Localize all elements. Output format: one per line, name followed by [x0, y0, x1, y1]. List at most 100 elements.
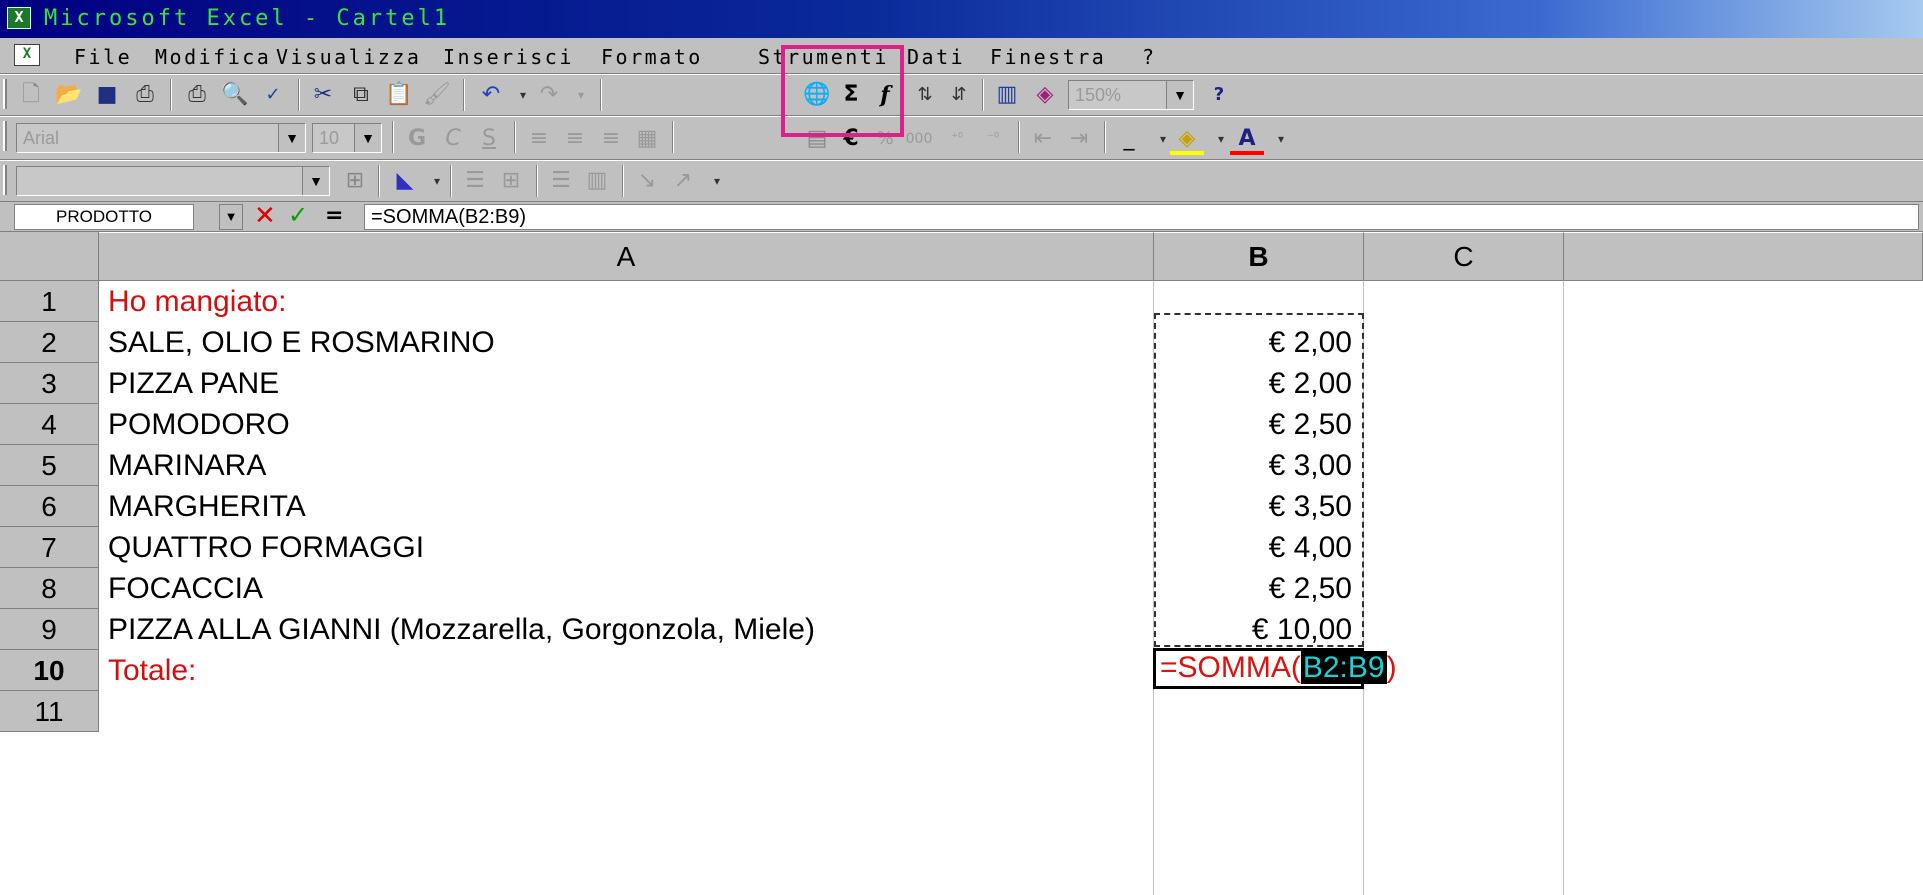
- increase-indent-icon[interactable]: ⇥: [1062, 123, 1096, 155]
- row-header-4[interactable]: 4: [0, 404, 99, 445]
- font-size-select[interactable]: 10 ▼: [312, 123, 382, 153]
- chevron-down-icon[interactable]: ▼: [278, 124, 305, 152]
- chevron-down-icon[interactable]: ▼: [302, 167, 329, 195]
- select-all-button[interactable]: [0, 232, 99, 281]
- formula-input[interactable]: =SOMMA(B2:B9): [364, 204, 1919, 230]
- menu-help[interactable]: ?: [1142, 45, 1157, 69]
- sort-descending-icon[interactable]: ⇵: [942, 79, 976, 111]
- edit-formula-icon[interactable]: =: [325, 203, 343, 228]
- align-left-icon[interactable]: ≡: [522, 123, 556, 155]
- row-header-3[interactable]: 3: [0, 363, 99, 404]
- cell-a9[interactable]: PIZZA ALLA GIANNI (Mozzarella, Gorgonzol…: [108, 613, 815, 647]
- chart-wizard-icon[interactable]: ▥: [990, 79, 1024, 111]
- align-right-icon[interactable]: ≡: [594, 123, 628, 155]
- increase-decimal-icon[interactable]: ⁺⁰: [940, 123, 974, 155]
- by-column-icon[interactable]: ▥: [580, 165, 614, 197]
- by-row-icon[interactable]: ☰: [544, 165, 578, 197]
- column-header-a[interactable]: A: [99, 232, 1154, 281]
- row-header-9[interactable]: 9: [0, 609, 99, 650]
- cell-a8[interactable]: FOCACCIA: [108, 572, 263, 606]
- underline-icon[interactable]: S: [472, 123, 506, 155]
- align-center-icon[interactable]: ≡: [558, 123, 592, 155]
- fill-color-icon[interactable]: ◈: [1170, 123, 1204, 155]
- zoom-select[interactable]: 150% ▼: [1068, 80, 1194, 110]
- menu-inserisci[interactable]: Inserisci: [443, 45, 574, 69]
- merge-center-icon[interactable]: ▦: [630, 123, 664, 155]
- format-painter-icon[interactable]: 🖌: [420, 79, 454, 111]
- print-preview-icon[interactable]: 🔍: [218, 79, 252, 111]
- menu-formato[interactable]: Formato: [601, 45, 703, 69]
- row-header-6[interactable]: 6: [0, 486, 99, 527]
- toolbar-grip[interactable]: [3, 165, 7, 195]
- column-header-d[interactable]: [1564, 232, 1923, 281]
- row-header-8[interactable]: 8: [0, 568, 99, 609]
- chevron-down-icon[interactable]: ▼: [354, 124, 381, 152]
- undo-icon[interactable]: ↶: [474, 79, 508, 111]
- copy-icon[interactable]: ⧉: [344, 79, 378, 111]
- menu-finestra[interactable]: Finestra: [990, 45, 1106, 69]
- toolbar-options-icon[interactable]: ▾: [700, 165, 734, 197]
- paste-icon[interactable]: 📋: [382, 79, 416, 111]
- decrease-decimal-icon[interactable]: ⁻⁰: [976, 123, 1010, 155]
- cell-a2[interactable]: SALE, OLIO E ROSMARINO: [108, 326, 495, 360]
- redo-icon[interactable]: ↷: [532, 79, 566, 111]
- spelling-icon[interactable]: ✓: [256, 79, 290, 111]
- formula-prefix: =SOMMA(: [1160, 651, 1301, 684]
- save-icon[interactable]: ■: [90, 79, 124, 111]
- row-header-1[interactable]: 1: [0, 281, 99, 322]
- italic-icon[interactable]: C: [436, 123, 470, 155]
- style-select[interactable]: ▼: [16, 166, 330, 196]
- row-header-5[interactable]: 5: [0, 445, 99, 486]
- chart-type-icon[interactable]: ◣: [388, 165, 422, 197]
- cell-a6[interactable]: MARGHERITA: [108, 490, 306, 524]
- font-color-icon[interactable]: A: [1230, 123, 1264, 155]
- cell-a7[interactable]: QUATTRO FORMAGGI: [108, 531, 424, 565]
- column-header-c[interactable]: C: [1364, 232, 1564, 281]
- chart-type-dropdown-icon[interactable]: ▾: [420, 165, 454, 197]
- font-select[interactable]: Arial ▼: [16, 123, 306, 153]
- bold-icon[interactable]: G: [400, 123, 434, 155]
- column-header-b[interactable]: B: [1154, 232, 1364, 281]
- print-icon[interactable]: ⎙: [180, 79, 214, 111]
- menu-visualizza[interactable]: Visualizza: [276, 45, 421, 69]
- name-box[interactable]: PRODOTTO: [14, 204, 194, 230]
- enter-icon[interactable]: ✓: [288, 201, 308, 229]
- cut-icon[interactable]: ✂: [306, 79, 340, 111]
- chart-area-icon[interactable]: ⊞: [338, 165, 372, 197]
- legend-icon[interactable]: ☰: [458, 165, 492, 197]
- cell-a4[interactable]: POMODORO: [108, 408, 290, 442]
- thousands-separator-icon[interactable]: 000: [902, 123, 936, 155]
- chevron-down-icon[interactable]: ▼: [1166, 81, 1193, 109]
- cell-b10-editor[interactable]: =SOMMA(B2:B9): [1160, 651, 1397, 685]
- open-folder-icon[interactable]: 📂: [52, 79, 86, 111]
- cell-a10[interactable]: Totale:: [108, 654, 196, 688]
- toolbar-grip[interactable]: [3, 121, 7, 151]
- excel-app-icon[interactable]: X: [7, 7, 31, 29]
- chevron-down-icon[interactable]: ▼: [219, 204, 243, 230]
- cell-a3[interactable]: PIZZA PANE: [108, 367, 279, 401]
- font-color-dropdown-icon[interactable]: ▾: [1264, 123, 1298, 155]
- decrease-indent-icon[interactable]: ⇤: [1026, 123, 1060, 155]
- cell-a5[interactable]: MARINARA: [108, 449, 266, 483]
- menu-dati[interactable]: Dati: [907, 45, 965, 69]
- data-table-icon[interactable]: ⊞: [494, 165, 528, 197]
- sort-ascending-icon[interactable]: ⇅: [908, 79, 942, 111]
- borders-icon[interactable]: _: [1112, 123, 1146, 155]
- cancel-icon[interactable]: ✕: [254, 201, 276, 231]
- email-icon[interactable]: ⎙: [128, 79, 162, 111]
- row-header-7[interactable]: 7: [0, 527, 99, 568]
- new-document-icon[interactable]: 🗋: [14, 79, 48, 111]
- toolbar-grip[interactable]: [3, 79, 7, 109]
- redo-dropdown-icon[interactable]: ▾: [564, 79, 598, 111]
- angle-text-down-icon[interactable]: ↘: [630, 165, 664, 197]
- help-icon[interactable]: ?: [1202, 79, 1236, 111]
- cell-a1[interactable]: Ho mangiato:: [108, 285, 286, 319]
- workbook-icon[interactable]: X: [14, 44, 40, 66]
- row-header-11[interactable]: 11: [0, 691, 99, 732]
- angle-text-up-icon[interactable]: ↗: [666, 165, 700, 197]
- row-header-2[interactable]: 2: [0, 322, 99, 363]
- map-icon[interactable]: ◈: [1028, 79, 1062, 111]
- menu-modifica[interactable]: Modifica: [155, 45, 271, 69]
- row-header-10[interactable]: 10: [0, 650, 99, 691]
- menu-file[interactable]: File: [74, 45, 132, 69]
